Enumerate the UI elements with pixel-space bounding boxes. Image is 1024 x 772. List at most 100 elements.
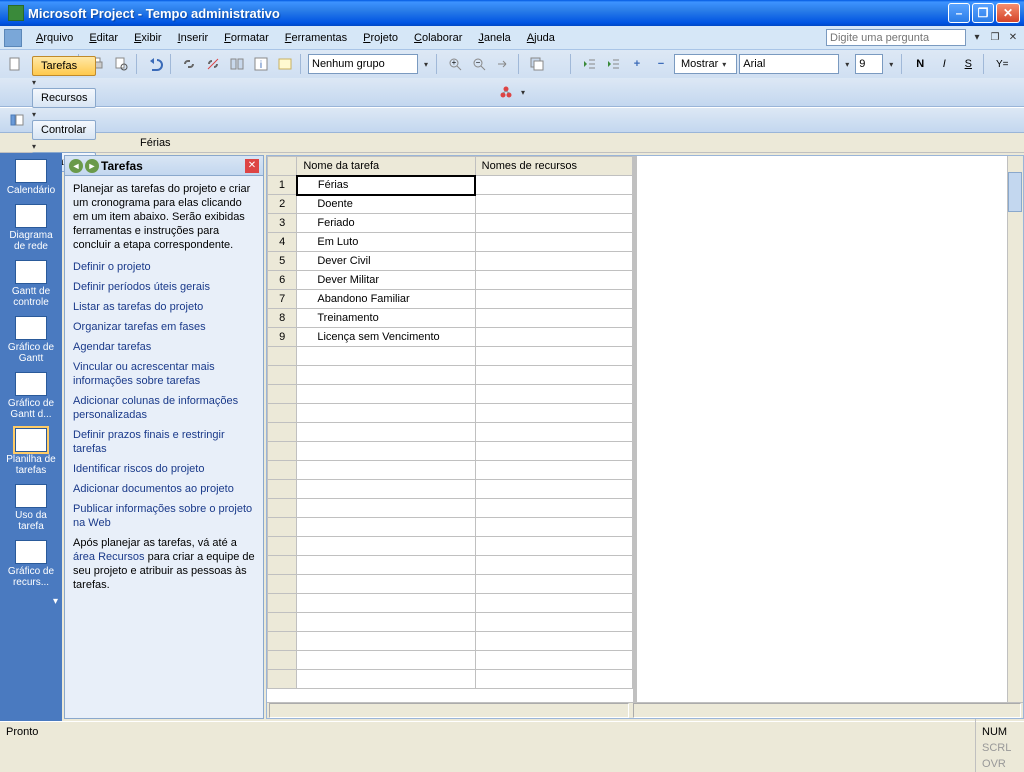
cell-resources[interactable] [475, 613, 632, 632]
copy-picture-button[interactable] [526, 53, 548, 75]
row-number[interactable] [268, 404, 297, 423]
cell-task[interactable] [297, 499, 475, 518]
show-subtasks-button[interactable]: + [626, 53, 648, 75]
cell-resources[interactable] [475, 252, 632, 271]
notes-button[interactable] [274, 53, 296, 75]
menu-ajuda[interactable]: Ajuda [519, 30, 563, 46]
table-row[interactable] [268, 347, 633, 366]
font-size-dropdown-icon[interactable]: ▾ [885, 60, 897, 69]
table-row[interactable] [268, 632, 633, 651]
cell-resources[interactable] [475, 309, 632, 328]
table-row[interactable] [268, 594, 633, 613]
cell-task[interactable] [297, 613, 475, 632]
link-button[interactable] [178, 53, 200, 75]
row-number[interactable] [268, 575, 297, 594]
cell-task[interactable] [297, 651, 475, 670]
cell-resources[interactable] [475, 461, 632, 480]
menu-inserir[interactable]: Inserir [170, 30, 217, 46]
cell-resources[interactable] [475, 632, 632, 651]
goto-button[interactable] [492, 53, 514, 75]
table-row[interactable]: 4Em Luto [268, 233, 633, 252]
table-row[interactable] [268, 404, 633, 423]
task-sheet[interactable]: Nome da tarefa Nomes de recursos 1Férias… [267, 156, 633, 689]
cell-task[interactable] [297, 556, 475, 575]
cell-resources[interactable] [475, 651, 632, 670]
cell-task[interactable] [297, 404, 475, 423]
table-row[interactable] [268, 442, 633, 461]
row-number[interactable] [268, 480, 297, 499]
cell-task[interactable] [297, 518, 475, 537]
cell-resources[interactable] [475, 575, 632, 594]
row-number[interactable] [268, 537, 297, 556]
view-item-7[interactable]: Gráfico de recurs... [3, 540, 59, 588]
row-number[interactable]: 4 [268, 233, 297, 252]
cell-task[interactable] [297, 423, 475, 442]
mdi-close-button[interactable]: ✕ [1006, 31, 1020, 45]
row-number[interactable] [268, 366, 297, 385]
cell-resources[interactable] [475, 214, 632, 233]
row-number[interactable] [268, 499, 297, 518]
cell-resources[interactable] [475, 366, 632, 385]
view-item-0[interactable]: Calendário [3, 159, 59, 196]
info-button[interactable]: i [250, 53, 272, 75]
table-row[interactable] [268, 366, 633, 385]
viewbar-more-icon[interactable]: ▾ [53, 596, 58, 607]
table-row[interactable] [268, 518, 633, 537]
column-header-resources[interactable]: Nomes de recursos [475, 157, 632, 176]
cell-resources[interactable] [475, 290, 632, 309]
split-button[interactable] [226, 53, 248, 75]
row-number[interactable]: 8 [268, 309, 297, 328]
indent-button[interactable] [602, 53, 624, 75]
taskpane-link-7[interactable]: Definir prazos finais e restringir taref… [73, 428, 255, 456]
cell-resources[interactable] [475, 404, 632, 423]
menu-editar[interactable]: Editar [81, 30, 126, 46]
task-pane-outro-link[interactable]: área Recursos [73, 551, 145, 563]
cell-resources[interactable] [475, 499, 632, 518]
cell-resources[interactable] [475, 195, 632, 214]
task-pane-back-icon[interactable]: ◄ [69, 159, 83, 173]
cell-task[interactable] [297, 461, 475, 480]
table-row[interactable] [268, 575, 633, 594]
row-number[interactable] [268, 670, 297, 689]
table-row[interactable] [268, 651, 633, 670]
menu-janela[interactable]: Janela [470, 30, 518, 46]
table-row[interactable] [268, 556, 633, 575]
zoom-in-button[interactable]: + [444, 53, 466, 75]
cell-task[interactable]: Em Luto [297, 233, 475, 252]
table-row[interactable]: 2Doente [268, 195, 633, 214]
menu-arquivo[interactable]: Arquivo [28, 30, 81, 46]
view-item-5[interactable]: Planilha de tarefas [3, 428, 59, 476]
hide-subtasks-button[interactable]: − [650, 53, 672, 75]
row-number[interactable]: 7 [268, 290, 297, 309]
taskpane-link-1[interactable]: Definir períodos úteis gerais [73, 280, 255, 294]
cell-task[interactable]: Feriado [297, 214, 475, 233]
menu-colaborar[interactable]: Colaborar [406, 30, 470, 46]
taskpane-link-6[interactable]: Adicionar colunas de informações persona… [73, 394, 255, 422]
zoom-out-button[interactable]: − [468, 53, 490, 75]
cell-resources[interactable] [475, 670, 632, 689]
bold-button[interactable]: N [909, 53, 931, 75]
cell-task[interactable]: Licença sem Vencimento [297, 328, 475, 347]
unlink-button[interactable] [202, 53, 224, 75]
undo-button[interactable] [144, 53, 166, 75]
table-row[interactable] [268, 613, 633, 632]
cell-task[interactable]: Abandono Familiar [297, 290, 475, 309]
filter-button[interactable]: Y= [991, 53, 1013, 75]
row-number[interactable]: 2 [268, 195, 297, 214]
new-button[interactable] [4, 53, 26, 75]
cell-task[interactable]: Dever Civil [297, 252, 475, 271]
cell-resources[interactable] [475, 556, 632, 575]
cell-resources[interactable] [475, 442, 632, 461]
table-row[interactable] [268, 537, 633, 556]
row-number[interactable]: 9 [268, 328, 297, 347]
row-number[interactable]: 3 [268, 214, 297, 233]
show-outline-button[interactable]: Mostrar▾ [674, 54, 737, 74]
row-number[interactable] [268, 556, 297, 575]
cell-resources[interactable] [475, 537, 632, 556]
menu-exibir[interactable]: Exibir [126, 30, 170, 46]
resource-pool-dropdown-icon[interactable]: ▾ [517, 88, 529, 97]
menu-formatar[interactable]: Formatar [216, 30, 277, 46]
cell-resources[interactable] [475, 385, 632, 404]
view-item-4[interactable]: Gráfico de Gantt d... [3, 372, 59, 420]
table-row[interactable] [268, 423, 633, 442]
